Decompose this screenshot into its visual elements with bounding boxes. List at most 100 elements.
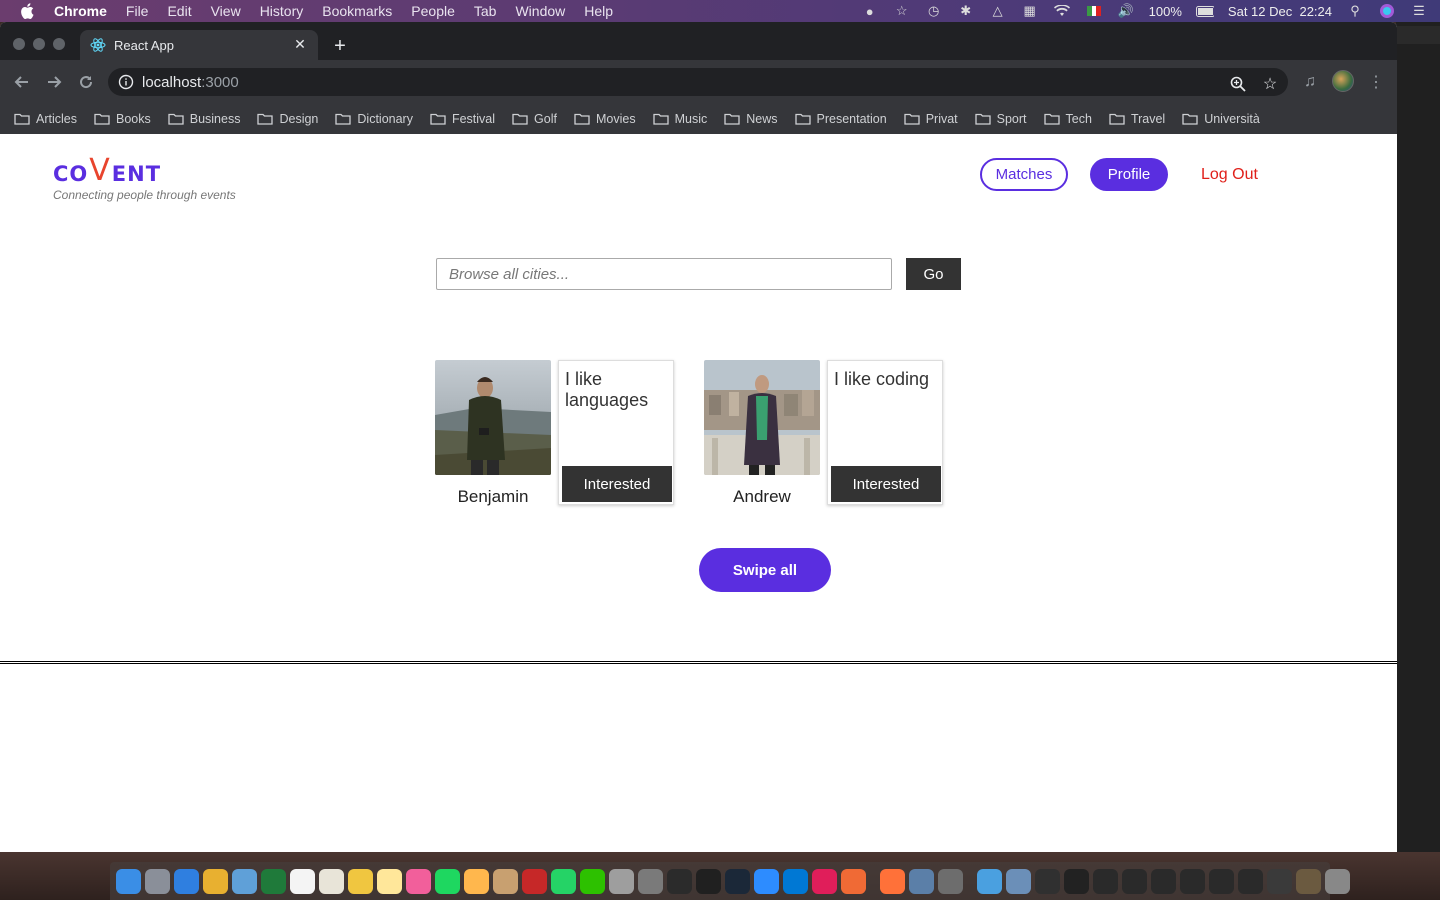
dock-app-icon[interactable] <box>522 868 547 894</box>
dock-app-icon[interactable] <box>783 868 808 894</box>
notification-center-icon[interactable]: ☰ <box>1410 3 1428 18</box>
bookmark-folder[interactable]: Books <box>94 112 151 126</box>
go-button[interactable]: Go <box>906 258 961 290</box>
dock-app-icon[interactable] <box>290 868 315 894</box>
window-minimize-button[interactable] <box>33 38 45 50</box>
dock-app-icon[interactable] <box>116 868 141 894</box>
dock-app-icon[interactable] <box>174 868 199 894</box>
dock-app-icon[interactable] <box>203 868 228 894</box>
matches-button[interactable]: Matches <box>980 158 1068 191</box>
bookmark-folder[interactable]: Articles <box>14 112 77 126</box>
swipe-all-button[interactable]: Swipe all <box>699 548 831 592</box>
dock-app-icon[interactable] <box>1006 868 1031 894</box>
logout-link[interactable]: Log Out <box>1201 158 1258 191</box>
dock-app-icon[interactable] <box>1180 868 1205 894</box>
tab-react-app[interactable]: React App ✕ <box>80 30 318 60</box>
dock-app-icon[interactable] <box>1209 868 1234 894</box>
dock-app-icon[interactable] <box>348 868 373 894</box>
bookmark-folder[interactable]: Università <box>1182 112 1260 126</box>
window-zoom-button[interactable] <box>53 38 65 50</box>
dock-app-icon[interactable] <box>638 868 663 894</box>
time-machine-icon[interactable]: ◷ <box>925 3 943 18</box>
menu-app-name[interactable]: Chrome <box>54 3 107 19</box>
bookmark-folder[interactable]: Music <box>652 112 707 126</box>
dock-app-icon[interactable] <box>551 868 576 894</box>
dock-app-icon[interactable] <box>977 868 1002 894</box>
address-bar[interactable]: localhost:3000 ☆ <box>108 68 1288 96</box>
apple-icon[interactable] <box>20 3 34 19</box>
dock-app-icon[interactable] <box>464 868 489 894</box>
bookmark-folder[interactable]: Sport <box>974 112 1027 126</box>
evernote-icon[interactable]: ● <box>861 4 879 19</box>
bookmark-star-icon[interactable]: ☆ <box>1260 74 1280 94</box>
dock-app-icon[interactable] <box>232 868 257 894</box>
dock-app-icon[interactable] <box>1325 868 1350 894</box>
bookmark-folder[interactable]: Tech <box>1043 112 1092 126</box>
dock-app-icon[interactable] <box>145 868 170 894</box>
chrome-menu-icon[interactable]: ⋮ <box>1366 72 1386 92</box>
city-search-input[interactable]: Browse all cities... <box>436 258 892 290</box>
profile-button[interactable]: Profile <box>1090 158 1168 191</box>
menu-window[interactable]: Window <box>515 3 565 19</box>
back-arrow-icon[interactable] <box>12 72 32 92</box>
dock-app-icon[interactable] <box>1238 868 1263 894</box>
menu-help[interactable]: Help <box>584 3 613 19</box>
bookmark-folder[interactable]: Travel <box>1109 112 1165 126</box>
bookmark-folder[interactable]: Privat <box>904 112 958 126</box>
dock-app-icon[interactable] <box>1296 868 1321 894</box>
interested-button[interactable]: Interested <box>831 466 941 502</box>
dock-app-icon[interactable] <box>880 868 905 894</box>
spotlight-icon[interactable]: ⚲ <box>1346 3 1364 18</box>
dock-app-icon[interactable] <box>909 868 934 894</box>
tab-close-icon[interactable]: ✕ <box>292 36 308 52</box>
menu-view[interactable]: View <box>211 3 241 19</box>
dock-app-icon[interactable] <box>1267 868 1292 894</box>
dock-app-icon[interactable] <box>1093 868 1118 894</box>
bluetooth-icon[interactable]: ✱ <box>957 3 975 18</box>
forward-arrow-icon[interactable] <box>44 72 64 92</box>
star-icon[interactable]: ☆ <box>893 3 911 18</box>
dock-app-icon[interactable] <box>754 868 779 894</box>
dock-app-icon[interactable] <box>435 868 460 894</box>
dock-app-icon[interactable] <box>493 868 518 894</box>
dock-app-icon[interactable] <box>406 868 431 894</box>
media-control-icon[interactable]: ♫ <box>1300 72 1320 92</box>
bookmark-folder[interactable]: Business <box>168 112 240 126</box>
airplay-icon[interactable]: △ <box>989 3 1007 18</box>
dock-app-icon[interactable] <box>1064 868 1089 894</box>
zoom-icon[interactable] <box>1228 74 1248 94</box>
dock-app-icon[interactable] <box>841 868 866 894</box>
dock-app-icon[interactable] <box>377 868 402 894</box>
dock-app-icon[interactable] <box>1035 868 1060 894</box>
dock-app-icon[interactable] <box>812 868 837 894</box>
bookmark-folder[interactable]: Dictionary <box>335 112 413 126</box>
bookmark-folder[interactable]: Design <box>257 112 318 126</box>
keyboard-icon[interactable]: ▦ <box>1021 3 1039 18</box>
menubar-clock[interactable]: Sat 12 Dec 22:24 <box>1228 4 1332 19</box>
menu-history[interactable]: History <box>260 3 304 19</box>
dock-app-icon[interactable] <box>319 868 344 894</box>
menu-people[interactable]: People <box>411 3 455 19</box>
bookmark-folder[interactable]: Movies <box>574 112 636 126</box>
siri-icon[interactable] <box>1378 4 1396 18</box>
menu-file[interactable]: File <box>126 3 149 19</box>
dock-app-icon[interactable] <box>261 868 286 894</box>
menu-tab[interactable]: Tab <box>474 3 497 19</box>
bookmark-folder[interactable]: Golf <box>512 112 557 126</box>
dock-app-icon[interactable] <box>667 868 692 894</box>
italian-flag-icon[interactable] <box>1085 4 1103 18</box>
dock-app-icon[interactable] <box>1122 868 1147 894</box>
window-close-button[interactable] <box>13 38 25 50</box>
dock-app-icon[interactable] <box>938 868 963 894</box>
site-info-icon[interactable] <box>118 74 134 90</box>
new-tab-button[interactable]: + <box>330 36 350 56</box>
interested-button[interactable]: Interested <box>562 466 672 502</box>
dock-app-icon[interactable] <box>1151 868 1176 894</box>
volume-icon[interactable]: 🔊 <box>1117 3 1135 18</box>
battery-icon[interactable] <box>1195 4 1214 18</box>
wifi-icon[interactable] <box>1053 4 1071 18</box>
bookmark-folder[interactable]: Presentation <box>794 112 887 126</box>
dock-app-icon[interactable] <box>725 868 750 894</box>
bookmark-folder[interactable]: Festival <box>430 112 495 126</box>
menu-bookmarks[interactable]: Bookmarks <box>322 3 392 19</box>
